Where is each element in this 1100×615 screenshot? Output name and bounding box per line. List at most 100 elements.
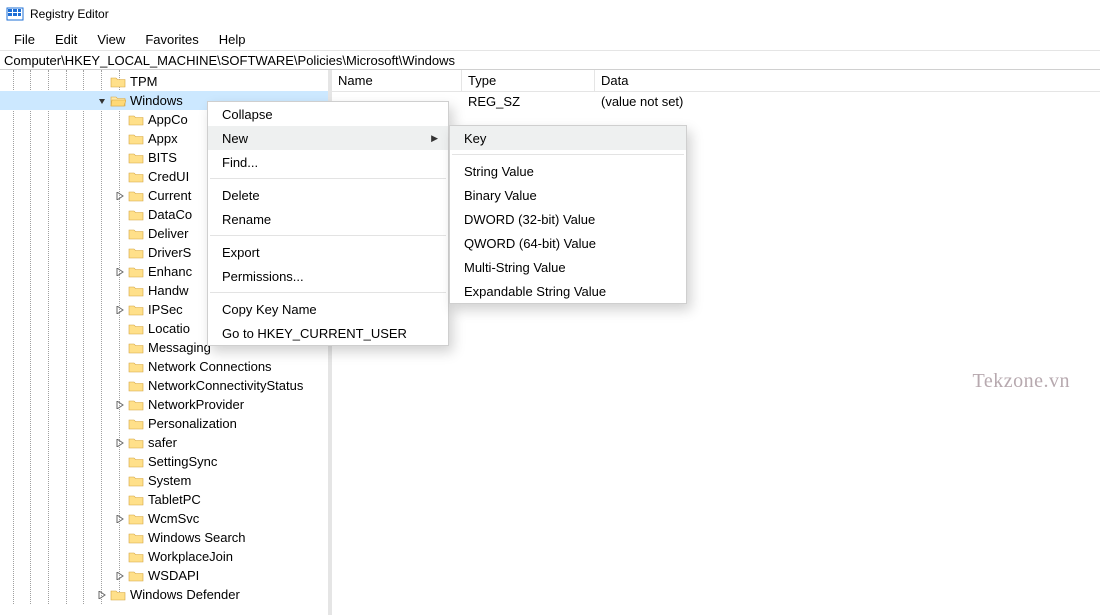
folder-icon <box>128 170 144 184</box>
ctx-item-export[interactable]: Export <box>208 240 448 264</box>
folder-icon <box>128 398 144 412</box>
tree-item-networkprovider[interactable]: NetworkProvider <box>0 395 328 414</box>
ctx-item-find-[interactable]: Find... <box>208 150 448 174</box>
menu-view[interactable]: View <box>87 31 135 48</box>
folder-icon <box>128 208 144 222</box>
tree-item-windows-defender[interactable]: Windows Defender <box>0 585 328 604</box>
column-header-type[interactable]: Type <box>462 70 595 91</box>
tree-item-settingsync[interactable]: SettingSync <box>0 452 328 471</box>
context-menu: CollapseNew▶ Find... Delete Rename Export Per… <box>207 101 449 346</box>
menu-item-label: Key <box>464 131 486 146</box>
folder-icon <box>128 113 144 127</box>
expand-icon[interactable] <box>96 589 108 601</box>
tree-item-label: IPSec <box>148 302 183 317</box>
ctx-new-dword-32-bit-value[interactable]: DWORD (32-bit) Value <box>450 207 686 231</box>
tree-item-label: System <box>148 473 191 488</box>
app-icon <box>6 5 24 23</box>
expand-placeholder <box>114 361 126 373</box>
tree-item-windows-search[interactable]: Windows Search <box>0 528 328 547</box>
expand-icon[interactable] <box>114 399 126 411</box>
tree-item-networkconnectivitystatus[interactable]: NetworkConnectivityStatus <box>0 376 328 395</box>
ctx-new-string-value[interactable]: String Value <box>450 159 686 183</box>
tree-item-wsdapi[interactable]: WSDAPI <box>0 566 328 585</box>
expand-placeholder <box>114 171 126 183</box>
ctx-new-multi-string-value[interactable]: Multi-String Value <box>450 255 686 279</box>
menu-item-label: String Value <box>464 164 534 179</box>
expand-placeholder <box>114 532 126 544</box>
menu-edit[interactable]: Edit <box>45 31 87 48</box>
folder-icon <box>128 512 144 526</box>
menu-favorites[interactable]: Favorites <box>135 31 208 48</box>
folder-icon <box>128 493 144 507</box>
tree-item-label: TabletPC <box>148 492 201 507</box>
expand-icon[interactable] <box>114 190 126 202</box>
ctx-item-permissions-[interactable]: Permissions... <box>208 264 448 288</box>
ctx-item-delete[interactable]: Delete <box>208 183 448 207</box>
value-data: (value not set) <box>595 94 895 109</box>
ctx-item-rename[interactable]: Rename <box>208 207 448 231</box>
tree-item-network-connections[interactable]: Network Connections <box>0 357 328 376</box>
address-bar[interactable]: Computer\HKEY_LOCAL_MACHINE\SOFTWARE\Pol… <box>0 50 1100 70</box>
folder-icon <box>110 75 126 89</box>
tree-item-tpm[interactable]: TPM <box>0 72 328 91</box>
ctx-item-collapse[interactable]: Collapse <box>208 102 448 126</box>
tree-item-personalization[interactable]: Personalization <box>0 414 328 433</box>
expand-icon[interactable] <box>114 570 126 582</box>
menu-item-label: New <box>222 131 248 146</box>
expand-icon[interactable] <box>114 513 126 525</box>
ctx-new-expandable-string-value[interactable]: Expandable String Value <box>450 279 686 303</box>
tree-item-label: Windows Search <box>148 530 246 545</box>
column-header-data[interactable]: Data <box>595 70 895 91</box>
menu-item-label: Rename <box>222 212 271 227</box>
column-header-name[interactable]: Name <box>332 70 462 91</box>
tree-item-wcmsvc[interactable]: WcmSvc <box>0 509 328 528</box>
ctx-new-binary-value[interactable]: Binary Value <box>450 183 686 207</box>
folder-icon <box>128 379 144 393</box>
ctx-item-new[interactable]: New▶ <box>208 126 448 150</box>
menu-help[interactable]: Help <box>209 31 256 48</box>
tree-item-safer[interactable]: safer <box>0 433 328 452</box>
folder-icon <box>128 341 144 355</box>
folder-icon <box>128 569 144 583</box>
ctx-new-key[interactable]: Key <box>450 126 686 150</box>
menu-separator <box>452 154 684 155</box>
expand-placeholder <box>114 551 126 563</box>
tree-item-tabletpc[interactable]: TabletPC <box>0 490 328 509</box>
menu-item-label: QWORD (64-bit) Value <box>464 236 596 251</box>
tree-item-label: WorkplaceJoin <box>148 549 233 564</box>
tree-item-label: DriverS <box>148 245 191 260</box>
expand-placeholder <box>114 323 126 335</box>
expand-icon[interactable] <box>114 437 126 449</box>
menu-separator <box>210 178 446 179</box>
expand-placeholder <box>114 209 126 221</box>
tree-item-label: safer <box>148 435 177 450</box>
expand-icon[interactable] <box>114 266 126 278</box>
ctx-new-qword-64-bit-value[interactable]: QWORD (64-bit) Value <box>450 231 686 255</box>
tree-item-system[interactable]: System <box>0 471 328 490</box>
folder-icon <box>128 360 144 374</box>
folder-icon <box>128 474 144 488</box>
tree-item-label: Handw <box>148 283 188 298</box>
tree-item-label: CredUI <box>148 169 189 184</box>
tree-item-label: Enhanc <box>148 264 192 279</box>
collapse-icon[interactable] <box>96 95 108 107</box>
tree-item-label: DataCo <box>148 207 192 222</box>
menu-file[interactable]: File <box>4 31 45 48</box>
tree-item-label: Personalization <box>148 416 237 431</box>
tree-item-label: Deliver <box>148 226 188 241</box>
tree-item-workplacejoin[interactable]: WorkplaceJoin <box>0 547 328 566</box>
menu-item-label: Multi-String Value <box>464 260 566 275</box>
ctx-item-go-to-hkey-current-user[interactable]: Go to HKEY_CURRENT_USER <box>208 321 448 345</box>
tree-item-label: Current <box>148 188 191 203</box>
menu-item-label: Permissions... <box>222 269 304 284</box>
menu-item-label: Find... <box>222 155 258 170</box>
tree-item-label: Messaging <box>148 340 211 355</box>
title-bar: Registry Editor <box>0 0 1100 28</box>
folder-icon <box>128 246 144 260</box>
ctx-item-copy-key-name[interactable]: Copy Key Name <box>208 297 448 321</box>
expand-placeholder <box>114 475 126 487</box>
expand-placeholder <box>114 494 126 506</box>
menu-item-label: Expandable String Value <box>464 284 606 299</box>
expand-placeholder <box>114 114 126 126</box>
expand-icon[interactable] <box>114 304 126 316</box>
